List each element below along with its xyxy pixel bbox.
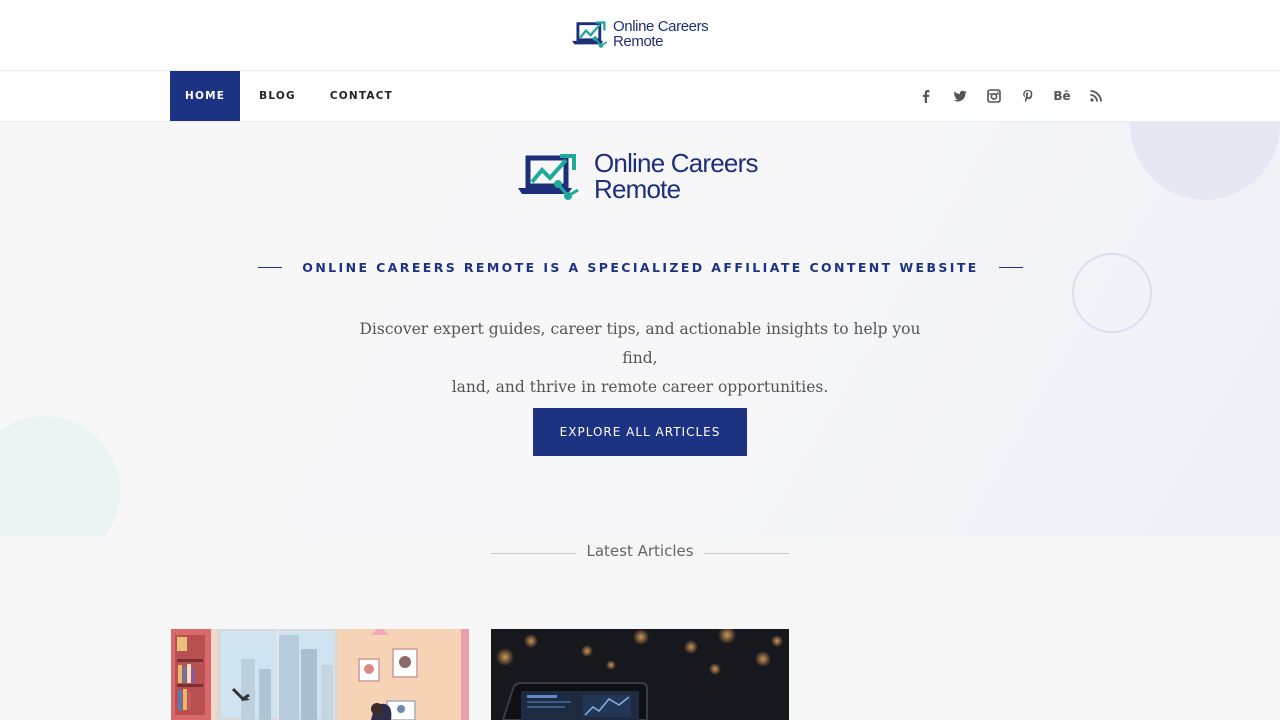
logo-line-1: Online Careers <box>594 148 758 178</box>
site-logo-text: Online Careers Remote <box>613 18 709 50</box>
logo-line-1: Online Careers <box>613 18 709 35</box>
main-navbar: HOME BLOG CONTACT Bē <box>0 71 1280 122</box>
decorative-circle <box>1130 122 1280 200</box>
social-links: Bē <box>914 85 1118 107</box>
divider-line <box>998 267 1023 268</box>
hero-section: Online Careers Remote ONLINE CAREERS REM… <box>0 122 1280 536</box>
decorative-circle-outline <box>1072 253 1152 333</box>
article-card-image[interactable] <box>491 629 789 720</box>
tagline-row: ONLINE CAREERS REMOTE IS A SPECIALIZED A… <box>258 260 1023 275</box>
explore-all-articles-button[interactable]: EXPLORE ALL ARTICLES <box>533 408 747 456</box>
top-header: Online Careers Remote <box>0 0 1280 71</box>
illustrated-home-office-image <box>171 629 469 720</box>
hero-logo-text: Online Careers Remote <box>594 150 758 202</box>
logo-mark-icon <box>518 154 579 200</box>
nav-menu: HOME BLOG CONTACT <box>170 71 408 121</box>
site-logo-small[interactable]: Online Careers Remote <box>571 17 709 51</box>
latest-articles-header: Latest Articles <box>490 542 790 560</box>
pinterest-icon[interactable] <box>1016 85 1040 107</box>
divider-line <box>491 552 577 554</box>
rss-icon[interactable] <box>1084 85 1108 107</box>
twitter-icon[interactable] <box>948 85 972 107</box>
laptop-dark-bokeh-image <box>491 629 789 720</box>
behance-icon[interactable]: Bē <box>1050 85 1074 107</box>
hero-description: Discover expert guides, career tips, and… <box>340 315 940 402</box>
hero-logo: Online Careers Remote <box>516 150 758 202</box>
hero-description-line: land, and thrive in remote career opport… <box>451 378 829 396</box>
nav-item-blog[interactable]: BLOG <box>244 71 311 121</box>
logo-line-2: Remote <box>594 174 681 204</box>
decorative-circle <box>0 416 120 536</box>
hero-tagline: ONLINE CAREERS REMOTE IS A SPECIALIZED A… <box>302 260 979 275</box>
nav-item-home[interactable]: HOME <box>170 71 241 121</box>
latest-articles-title: Latest Articles <box>586 542 694 560</box>
hero-description-line: Discover expert guides, career tips, and… <box>359 320 921 367</box>
nav-item-contact[interactable]: CONTACT <box>315 71 408 121</box>
logo-line-2: Remote <box>613 33 664 50</box>
article-card-image[interactable] <box>171 629 469 720</box>
divider-line <box>258 267 283 268</box>
instagram-icon[interactable] <box>982 85 1006 107</box>
logo-mark-icon <box>572 21 608 48</box>
divider-line <box>703 552 789 554</box>
facebook-icon[interactable] <box>914 85 938 107</box>
